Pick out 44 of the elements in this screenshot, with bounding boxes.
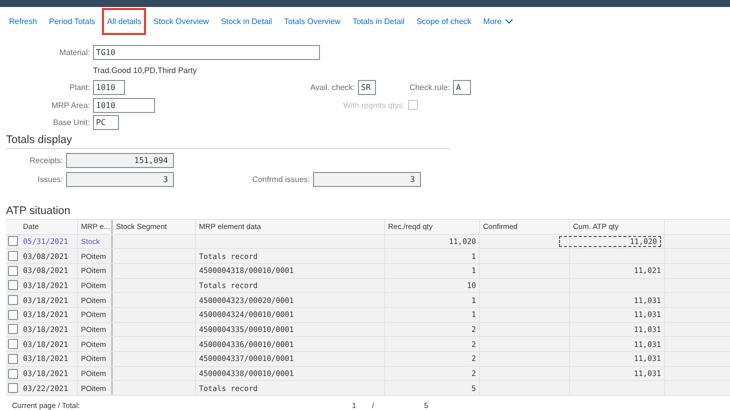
field-label: Material: bbox=[58, 48, 91, 58]
field-label: Plant: bbox=[68, 83, 91, 92]
section-title: Totals display bbox=[6, 134, 74, 146]
issues-field: 3 bbox=[66, 172, 174, 186]
check-rule-field[interactable]: A bbox=[453, 80, 471, 96]
more-button[interactable]: More bbox=[478, 12, 518, 30]
material-field[interactable]: TG10 bbox=[93, 45, 320, 60]
confirmed-issues-field: 3 bbox=[313, 172, 421, 186]
toolbar-button[interactable]: Stock in Detail bbox=[216, 12, 278, 30]
toolbar-button[interactable]: Scope of check bbox=[412, 12, 476, 30]
row-checkbox[interactable] bbox=[8, 251, 18, 262]
toolbar-button[interactable]: Refresh bbox=[4, 12, 42, 30]
toolbar-button[interactable]: Totals in Detail bbox=[348, 12, 410, 30]
avail-check-field[interactable]: SR bbox=[358, 80, 376, 96]
receipts-field: 151,094 bbox=[66, 152, 174, 168]
plant-field[interactable]: 1010 bbox=[93, 80, 125, 96]
row-checkbox[interactable] bbox=[8, 339, 18, 350]
field-label: Receipts: bbox=[28, 156, 64, 164]
row-checkbox[interactable] bbox=[8, 266, 18, 276]
field-label: Confrmd issues: bbox=[251, 174, 311, 184]
base-unit-field[interactable]: PC bbox=[93, 115, 119, 130]
field-label: Base Unit: bbox=[52, 118, 91, 128]
chevron-down-icon bbox=[504, 18, 513, 24]
material-description: Trad.Good 10,PD,Third Party bbox=[93, 66, 197, 75]
row-checkbox[interactable] bbox=[8, 310, 18, 320]
toolbar-button[interactable]: Period Totals bbox=[44, 12, 100, 30]
row-checkbox[interactable] bbox=[8, 354, 18, 364]
mrp-area-field[interactable]: 1010 bbox=[93, 98, 155, 113]
field-label: With reqmts qtys: bbox=[342, 100, 406, 110]
row-checkbox[interactable] bbox=[8, 280, 18, 290]
toolbar-button[interactable]: All details bbox=[102, 8, 146, 34]
reqmts-checkbox[interactable] bbox=[408, 100, 418, 110]
row-checkbox[interactable] bbox=[8, 295, 18, 306]
row-checkbox[interactable] bbox=[8, 324, 18, 334]
section-title: ATP situation bbox=[6, 204, 72, 216]
field-label: Issues: bbox=[36, 174, 64, 184]
row-checkbox[interactable] bbox=[8, 236, 18, 246]
row-checkbox[interactable] bbox=[8, 383, 18, 394]
field-label: MRP Area: bbox=[50, 100, 91, 110]
toolbar-button[interactable]: Stock Overview bbox=[148, 12, 214, 30]
row-checkbox[interactable] bbox=[8, 368, 18, 379]
field-label: Check.rule: bbox=[408, 83, 451, 92]
field-label: Avail. check: bbox=[309, 83, 356, 92]
toolbar-button[interactable]: Totals Overview bbox=[279, 12, 346, 30]
